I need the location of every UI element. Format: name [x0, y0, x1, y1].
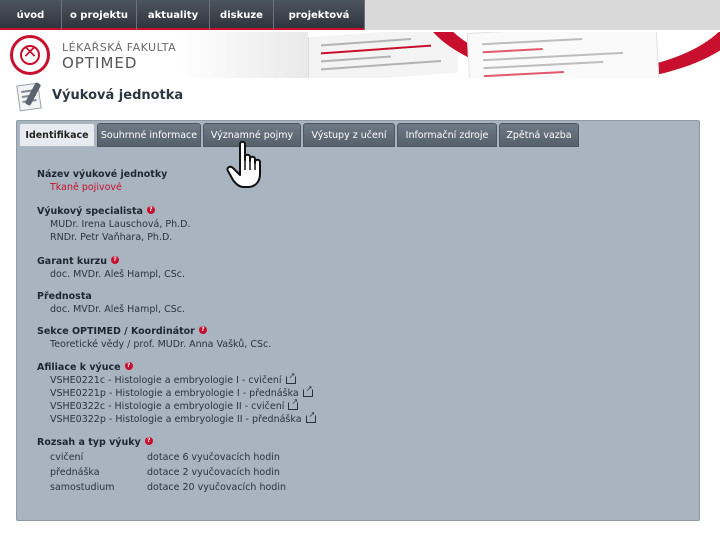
help-icon[interactable]: ?	[110, 256, 119, 264]
tab-souhrnne-informace[interactable]: Souhrnné informace	[97, 123, 201, 147]
scope-type: samostudium	[50, 482, 115, 493]
affiliation-item[interactable]: VSHE0322c - Histologie a embryologie II …	[50, 397, 299, 412]
scope-type: přednáška	[50, 467, 100, 478]
page-title: Výuková jednotka	[52, 88, 184, 103]
help-icon[interactable]: ?	[124, 362, 133, 370]
top-navigation: úvod o projektu aktuality diskuze projek…	[0, 0, 720, 53]
site-header: ✕ LÉKAŘSKÁ FAKULTA OPTIMED	[0, 32, 720, 80]
specialist-label: Výukový specialista?	[37, 206, 155, 217]
tab-identifikace[interactable]: Identifikace	[19, 123, 95, 147]
external-link-icon[interactable]	[302, 384, 313, 397]
affiliation-item[interactable]: VSHE0322p - Histologie a embryologie II …	[50, 410, 316, 425]
brand-name: OPTIMED	[62, 54, 138, 72]
scope-amount: dotace 2 vyučovacích hodin	[147, 467, 280, 478]
banner-paper-sheet	[308, 32, 458, 78]
faculty-seal-logo[interactable]: ✕	[10, 35, 50, 75]
affiliation-item[interactable]: VSHE0221p - Histologie a embryologie I -…	[50, 384, 313, 399]
affiliation-label: Afiliace k výuce?	[37, 362, 133, 373]
scope-type: cvičení	[50, 452, 84, 463]
faculty-name: LÉKAŘSKÁ FAKULTA	[62, 41, 177, 54]
external-link-icon[interactable]	[305, 410, 316, 423]
learning-unit-panel: Identifikace Souhrnné informace Významné…	[16, 120, 700, 521]
tab-vystupy-z-uceni[interactable]: Výstupy z učení	[303, 123, 395, 147]
tab-zpetna-vazba[interactable]: Zpětná vazba	[499, 123, 579, 147]
header-banner-image	[178, 32, 720, 78]
nav-item-diskuze[interactable]: diskuze	[210, 0, 274, 30]
guarantor-label: Garant kurzu?	[37, 256, 119, 267]
banner-shade	[178, 32, 308, 78]
specialist-value-1: MUDr. Irena Lauschová, Ph.D.	[50, 219, 191, 230]
tab-informacni-zdroje[interactable]: Informační zdroje	[397, 123, 497, 147]
nav-item-projektova-agenda[interactable]: projektová agenda	[274, 0, 365, 53]
section-value: Teoretické vědy / prof. MUDr. Anna Vašků…	[50, 339, 272, 350]
nav-filler	[365, 0, 720, 30]
external-link-icon[interactable]	[285, 371, 296, 384]
help-icon[interactable]: ?	[146, 206, 155, 214]
head-label: Přednosta	[37, 291, 92, 302]
scope-label: Rozsah a typ výuky?	[37, 437, 153, 448]
nav-item-o-projektu[interactable]: o projektu	[62, 0, 137, 30]
nav-item-aktuality[interactable]: aktuality	[137, 0, 210, 30]
nav-item-uvod[interactable]: úvod	[0, 0, 62, 30]
help-icon[interactable]: ?	[198, 326, 207, 334]
specialist-value-2: RNDr. Petr Vaňhara, Ph.D.	[50, 232, 173, 243]
banner-document	[466, 32, 660, 78]
help-icon[interactable]: ?	[144, 437, 153, 445]
scope-amount: dotace 20 vyučovacích hodin	[147, 482, 286, 493]
guarantor-value: doc. MVDr. Aleš Hampl, CSc.	[50, 269, 185, 280]
unit-name-value: Tkaně pojivové	[50, 182, 122, 193]
page-title-bar: Výuková jednotka	[0, 80, 720, 120]
seal-symbol: ✕	[22, 42, 38, 63]
scope-amount: dotace 6 vyučovacích hodin	[147, 452, 280, 463]
section-label: Sekce OPTIMED / Koordinátor?	[37, 326, 207, 337]
affiliation-item[interactable]: VSHE0221c - Histologie a embryologie I -…	[50, 371, 296, 386]
external-link-icon[interactable]	[288, 397, 299, 410]
unit-name-label: Název výukové jednotky	[37, 169, 168, 180]
head-value: doc. MVDr. Aleš Hampl, CSc.	[50, 304, 185, 315]
tab-bar: Identifikace Souhrnné informace Významné…	[19, 123, 697, 147]
hand-pointer-icon	[226, 140, 261, 188]
